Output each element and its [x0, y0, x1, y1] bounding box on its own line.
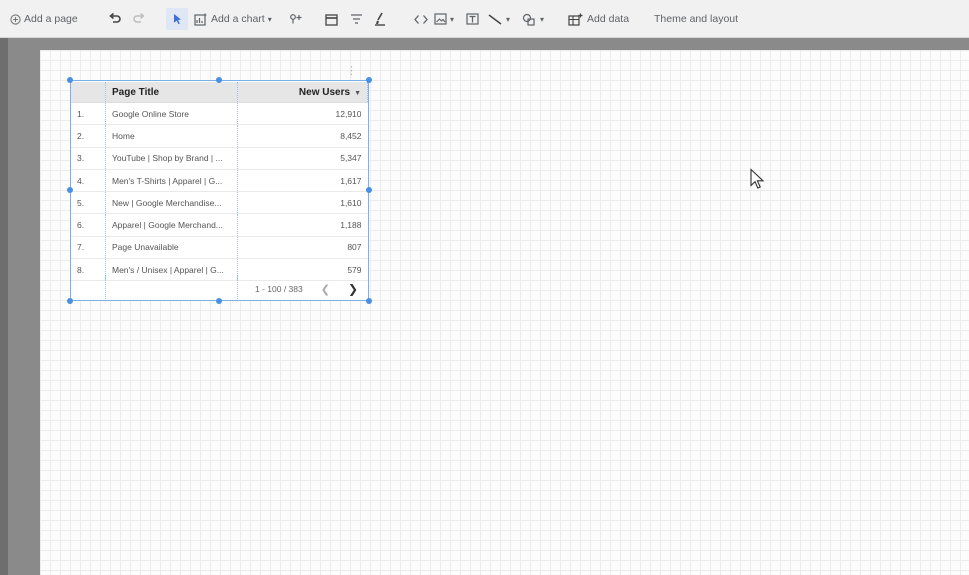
add-chart-label: Add a chart [211, 13, 265, 25]
pagination: 1 - 100 / 383 ❮ ❯ [255, 281, 358, 297]
chevron-down-icon: ▾ [267, 14, 272, 24]
chevron-down-icon: ▾ [540, 14, 545, 24]
add-chart-button[interactable]: Add a chart ▾ [194, 0, 272, 38]
text-box-icon [466, 13, 479, 25]
add-page-label: Add a page [24, 13, 78, 25]
row-page-title: New | Google Merchandise... [105, 191, 238, 215]
line-tool-button[interactable]: ▾ [488, 0, 510, 38]
pagination-range: 1 - 100 / 383 [255, 284, 303, 294]
left-gutter [0, 38, 8, 575]
row-index: 5. [71, 191, 106, 215]
row-page-title: Home [105, 124, 238, 148]
table-row[interactable]: 3. YouTube | Shop by Brand | ... 5,347 [71, 147, 368, 170]
next-page-icon[interactable]: ❯ [348, 282, 358, 296]
resize-handle-right[interactable] [366, 187, 372, 193]
table-row[interactable]: 5. New | Google Merchandise... 1,610 [71, 191, 368, 215]
table-row[interactable]: 2. Home 8,452 [71, 124, 368, 148]
page-title-header[interactable]: Page Title [105, 82, 238, 103]
image-icon [434, 13, 447, 25]
add-data-label: Add data [587, 13, 630, 25]
filter-icon [350, 13, 363, 25]
date-range-button[interactable] [325, 0, 338, 38]
cursor-arrow-icon [172, 13, 183, 25]
row-new-users: 1,188 [237, 213, 368, 237]
redo-button[interactable] [132, 0, 146, 38]
theme-and-layout-label: Theme and layout [654, 13, 739, 25]
table-row[interactable]: 7. Page Unavailable 807 [71, 236, 368, 260]
select-tool-button[interactable] [166, 8, 188, 30]
table-chart[interactable]: Page Title New Users ▼ 1. Google Online St… [67, 65, 372, 304]
chevron-down-icon: ▾ [450, 14, 455, 24]
filter-control-button[interactable] [350, 0, 363, 38]
row-index: 8. [71, 258, 106, 282]
text-box-button[interactable] [466, 0, 479, 38]
row-page-title: Google Online Store [105, 102, 238, 126]
row-new-users: 579 [237, 258, 368, 282]
resize-handle-bottom[interactable] [216, 298, 222, 304]
table-header-row: Page Title New Users ▼ [71, 82, 368, 103]
theme-and-layout-button[interactable]: Theme and layout [654, 0, 738, 38]
row-index: 3. [71, 147, 106, 170]
resize-handle-top-right[interactable] [366, 77, 372, 83]
row-new-users: 807 [237, 236, 368, 260]
row-index: 4. [71, 169, 106, 193]
row-index: 6. [71, 213, 106, 237]
table-row[interactable]: 8. Men's / Unisex | Apparel | G... 579 [71, 258, 368, 282]
row-new-users: 8,452 [237, 124, 368, 148]
more-options-icon[interactable]: ⋮ [346, 64, 357, 77]
add-chart-icon [194, 13, 208, 26]
index-header [71, 82, 106, 103]
calendar-icon [325, 13, 338, 26]
row-index: 1. [71, 102, 106, 126]
row-new-users: 5,347 [237, 147, 368, 170]
resize-handle-top-left[interactable] [67, 77, 73, 83]
control-plus-icon [289, 13, 303, 25]
new-users-header[interactable]: New Users ▼ [237, 82, 368, 103]
add-circle-icon [10, 13, 21, 25]
row-page-title: Apparel | Google Merchand... [105, 213, 238, 237]
previous-page-icon[interactable]: ❮ [321, 283, 330, 296]
row-page-title: Men's T-Shirts | Apparel | G... [105, 169, 238, 193]
row-new-users: 1,617 [237, 169, 368, 193]
row-index: 7. [71, 236, 106, 260]
row-page-title: Men's / Unisex | Apparel | G... [105, 258, 238, 282]
row-page-title: Page Unavailable [105, 236, 238, 260]
resize-handle-bottom-left[interactable] [67, 298, 73, 304]
undo-button[interactable] [108, 0, 122, 38]
add-data-icon [568, 13, 584, 26]
line-icon [488, 13, 503, 25]
resize-handle-bottom-right[interactable] [366, 298, 372, 304]
undo-icon [108, 12, 122, 26]
redo-icon [132, 12, 146, 26]
sort-descending-icon: ▼ [354, 89, 361, 97]
table-row[interactable]: 1. Google Online Store 12,910 [71, 102, 368, 126]
data-table: Page Title New Users ▼ 1. Google Online St… [71, 82, 368, 282]
row-new-users: 12,910 [237, 102, 368, 126]
column-divider [105, 276, 107, 301]
resize-handle-top[interactable] [216, 77, 222, 83]
style-button[interactable] [374, 0, 386, 38]
chevron-down-icon: ▾ [506, 14, 511, 24]
table-row[interactable]: 4. Men's T-Shirts | Apparel | G... 1,617 [71, 169, 368, 193]
shape-tool-button[interactable]: ▾ [522, 0, 544, 38]
row-new-users: 1,610 [237, 191, 368, 215]
add-control-button[interactable] [289, 0, 303, 38]
add-data-button[interactable]: Add data [568, 0, 629, 38]
table-row[interactable]: 6. Apparel | Google Merchand... 1,188 [71, 213, 368, 237]
row-page-title: YouTube | Shop by Brand | ... [105, 147, 238, 170]
column-divider [237, 276, 239, 301]
resize-handle-left[interactable] [67, 187, 73, 193]
paint-brush-icon [374, 12, 386, 26]
toolbar: Add a page Add a chart ▾ ▾ ▾ ▾ Add data … [0, 0, 969, 38]
add-image-button[interactable]: ▾ [434, 0, 454, 38]
code-brackets-icon [414, 14, 428, 25]
add-page-button[interactable]: Add a page [10, 0, 78, 38]
row-index: 2. [71, 124, 106, 148]
shapes-icon [522, 13, 537, 26]
mouse-pointer-icon [749, 168, 767, 195]
embed-url-button[interactable] [414, 0, 428, 38]
